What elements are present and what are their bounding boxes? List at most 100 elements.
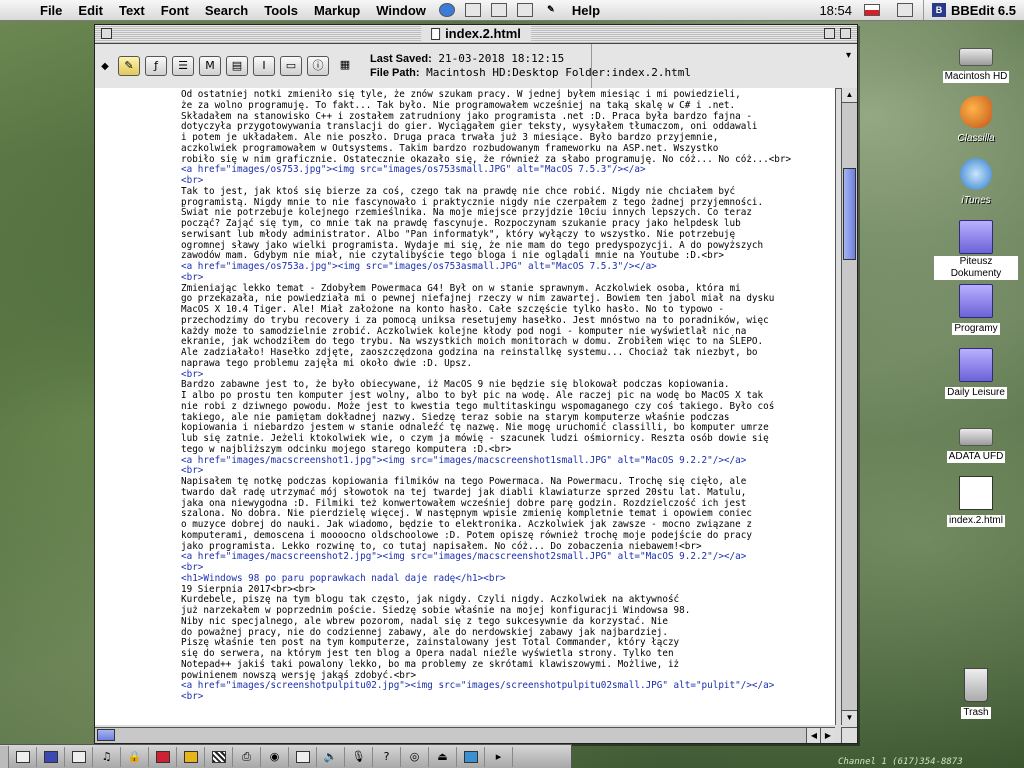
control-strip-speech-icon[interactable]: 🎙 [345,746,373,767]
code-line[interactable]: Notepad++ jakiś taki powalony lekko, bo … [181,659,835,671]
menu-window[interactable]: Window [368,3,434,18]
code-line[interactable]: <a href="images/os753a.jpg"><img src="im… [181,261,835,273]
code-line[interactable]: przechodzimy do trybu recovery i za pomo… [181,315,835,327]
zoom-box-icon[interactable] [824,28,835,39]
menu-text[interactable]: Text [111,3,153,18]
control-strip-monitor-icon[interactable] [9,746,37,767]
split-pane-icon[interactable]: ▾ [846,50,851,61]
menu-edit[interactable]: Edit [70,3,111,18]
desktop-icon-daily-leisure[interactable]: Daily Leisure [934,348,1018,399]
code-line[interactable]: serwisant lub młody administrator. Albo … [181,229,835,241]
desktop-icon-label: iTunes [961,195,991,206]
vertical-scroll-thumb[interactable] [843,168,856,260]
desktop-icon-macintosh-hd[interactable]: Macintosh HD [934,38,1018,83]
window-title-bar[interactable]: index.2.html [95,25,857,44]
control-strip-resolution-icon[interactable] [289,746,317,767]
control-strip-appleshare-icon[interactable] [37,746,65,767]
desktop-icon-itunes[interactable]: iTunes [934,158,1018,207]
control-strip-tab[interactable] [0,745,9,768]
menu-markup[interactable]: Markup [306,3,368,18]
control-strip-location-icon[interactable] [177,746,205,767]
tool-icon[interactable]: ✎ [543,3,559,17]
file-path-value: Macintosh HD:Desktop Folder:index.2.html [426,66,692,79]
horizontal-scroll-thumb[interactable] [97,729,115,741]
desktop-icon-classilla[interactable]: Classilla [934,96,1018,145]
document-proxy-icon[interactable] [431,27,441,40]
control-strip-keychain-icon[interactable]: 🔒 [121,746,149,767]
menu-clock[interactable]: 18:54 [819,3,852,18]
desktop-icon-adata-ufd[interactable]: ADATA UFD [934,418,1018,463]
keyboard-layout-flag-icon[interactable] [863,4,880,16]
document-options-icon[interactable]: ▤ [226,56,248,76]
code-line[interactable]: Tak to jest, jak ktoś się bierze za coś,… [181,186,835,198]
collapse-box-icon[interactable] [840,28,851,39]
info-icon[interactable]: ⓘ [307,56,329,76]
control-strip-eject-icon[interactable]: ⏏ [429,746,457,767]
control-strip-help-icon[interactable]: ? [373,746,401,767]
code-line[interactable]: <a href="images/macscreenshot2.jpg"><img… [181,551,835,563]
resize-grow-box-icon[interactable] [841,727,857,743]
desktop-icon-index-html[interactable]: index.2.html [934,476,1018,527]
code-line[interactable]: nie robi z dziwnego powodu. Może jest to… [181,401,835,413]
scroll-left-arrow-icon[interactable]: ◀ [806,728,821,743]
control-strip-remote-access-icon[interactable] [149,746,177,767]
document-text[interactable]: Od ostatniej notki zmieniło się tyle, że… [95,88,835,703]
scroll-right-arrow-icon[interactable]: ▶ [820,728,835,743]
markers-list-icon[interactable]: ☰ [172,56,194,76]
text-options-icon[interactable]: I [253,56,275,76]
menu-tools[interactable]: Tools [256,3,306,18]
text-editor-area[interactable]: Od ostatniej notki zmieniło się tyle, że… [95,88,836,725]
code-line[interactable]: aczkolwiek programowałem w Outsystems. T… [181,143,835,155]
control-strip-file-sharing-icon[interactable] [65,746,93,767]
vertical-scrollbar[interactable]: ▲ ▼ [841,88,857,725]
control-strip-music-icon[interactable]: ♫ [93,746,121,767]
menu-font[interactable]: Font [153,3,197,18]
control-strip-end-icon[interactable] [513,747,527,767]
desktop-icon-programy[interactable]: Programy [934,284,1018,335]
control-strip-cd-icon[interactable]: ◎ [401,746,429,767]
code-line[interactable]: tego w najbliższym odcinku mojego stareg… [181,444,835,456]
scroll-down-arrow-icon[interactable]: ▼ [842,710,857,725]
close-box-icon[interactable] [101,28,112,39]
mark-menu-icon[interactable]: M [199,56,221,76]
code-line[interactable]: komputerami, demoscena i moooocno oldsch… [181,530,835,542]
palette-icon[interactable] [516,3,533,17]
horizontal-scrollbar[interactable]: ◀ ▶ [95,727,835,743]
code-line[interactable]: Niby nic specjalnego, ale wbrew pozorom,… [181,616,835,628]
document-stack-icon[interactable]: ▦ [334,56,356,76]
globe-icon[interactable] [438,3,455,17]
script-menu-icon[interactable] [464,3,481,17]
code-line[interactable]: <a href="images/macscreenshot1.jpg"><img… [181,455,835,467]
control-strip-internet-icon[interactable]: ◉ [261,746,289,767]
code-line[interactable]: że za wolno programuję. To fakt... Tak b… [181,100,835,112]
trash-icon [964,668,988,702]
window-title: index.2.html [421,26,531,41]
code-line[interactable]: naprawa tego problemu zajęła mi około dw… [181,358,835,370]
pencil-icon[interactable]: ✎ [118,56,140,76]
code-line[interactable]: <a href="images/screenshotpulpitu02.jpg"… [181,680,835,692]
code-line[interactable]: <a href="images/os753.jpg"><img src="ima… [181,164,835,176]
control-strip-sound-volume-icon[interactable]: 🔈 [317,746,345,767]
desktop-icon-label: Macintosh HD [942,71,1010,83]
function-popup-icon[interactable]: ƒ [145,56,167,76]
scroll-up-arrow-icon[interactable]: ▲ [842,88,857,103]
control-strip-arrow-icon[interactable]: ▸ [485,746,513,767]
file-info: Last Saved: 21-03-2018 18:12:15 File Pat… [370,52,691,80]
menu-file[interactable]: File [32,3,70,18]
application-menu[interactable]: B BBEdit 6.5 [922,0,1024,20]
code-line[interactable]: <br> [181,272,835,284]
menu-search[interactable]: Search [197,3,256,18]
control-strip-display-icon[interactable] [457,746,485,767]
control-strip: ♫ 🔒 ⎙ ◉ 🔈 🎙 ? ◎ ⏏ ▸ [0,744,572,768]
code-line[interactable]: <h1>Windows 98 po paru poprawkach nadal … [181,573,835,585]
desktop-icon-trash[interactable]: Trash [934,668,1018,719]
finder-window-icon[interactable] [896,3,913,17]
code-line[interactable]: twardo dał radę utrzymać mój słowotok na… [181,487,835,499]
control-strip-printer-icon[interactable]: ⎙ [233,746,261,767]
open-folder-icon[interactable]: ▭ [280,56,302,76]
menu-help[interactable]: Help [564,3,608,18]
window-list-icon[interactable] [490,3,507,17]
code-line[interactable]: <br> [181,691,835,703]
desktop-icon-piteusz-dokumenty[interactable]: Piteusz Dokumenty [934,220,1018,280]
control-strip-colors-icon[interactable] [205,746,233,767]
